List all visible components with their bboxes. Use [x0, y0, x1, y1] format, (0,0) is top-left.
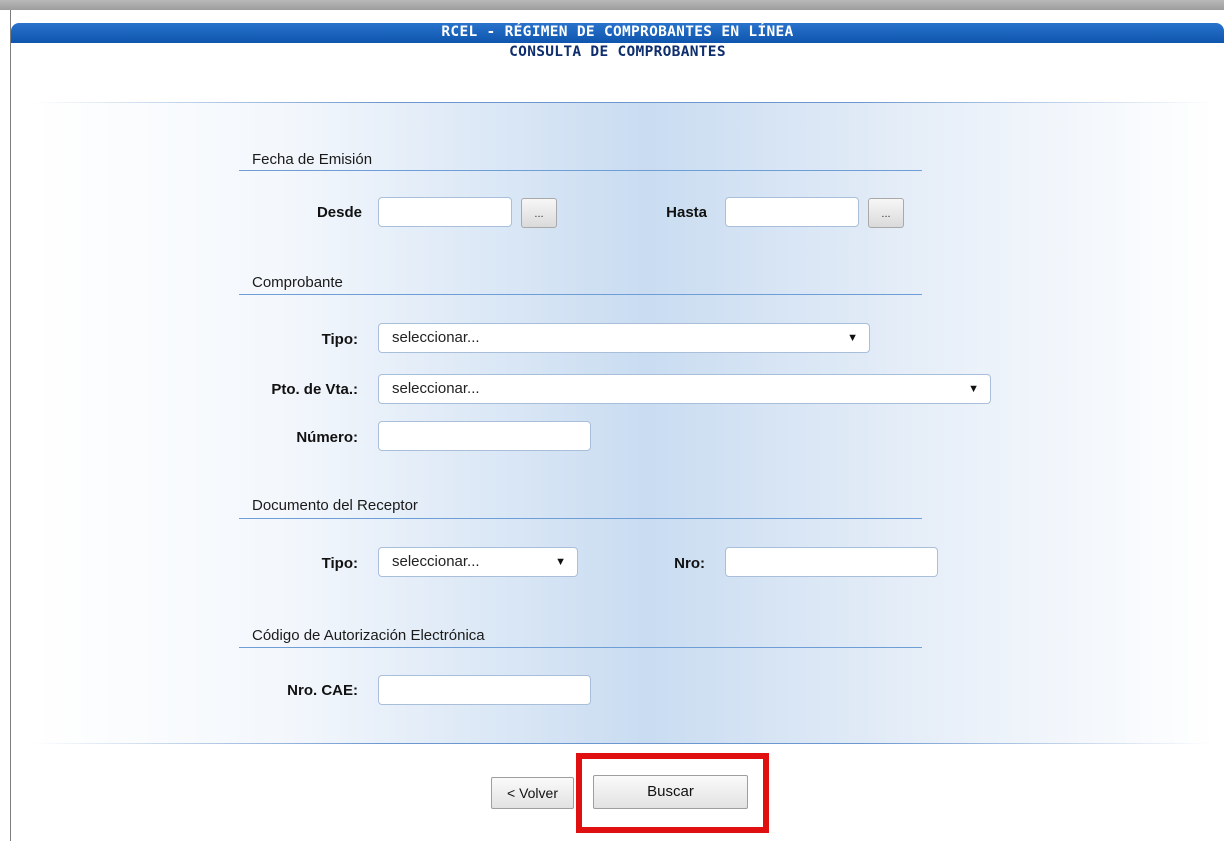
section-documento-receptor: Documento del Receptor [252, 497, 418, 514]
tipo-comprobante-select[interactable]: seleccionar... ▼ [378, 323, 870, 353]
tipo-comprobante-label: Tipo: [321, 331, 358, 348]
nro-documento-label: Nro: [674, 555, 705, 572]
desde-label: Desde [316, 204, 362, 221]
desde-date-input[interactable] [378, 197, 512, 227]
section-fecha-emision: Fecha de Emisión [252, 151, 373, 168]
hasta-date-input[interactable] [725, 197, 859, 227]
window-top-bar [0, 0, 1224, 10]
frame-left-border [10, 10, 11, 841]
nro-cae-input[interactable] [378, 675, 591, 705]
pto-vta-value: seleccionar... [392, 380, 480, 397]
section-cae: Código de Autorización Electrónica [252, 627, 485, 644]
nro-documento-input[interactable] [725, 547, 938, 577]
hasta-label: Hasta [666, 204, 707, 221]
tipo-documento-value: seleccionar... [392, 553, 480, 570]
chevron-down-icon: ▼ [968, 383, 979, 395]
tipo-documento-select[interactable]: seleccionar... ▼ [378, 547, 578, 577]
numero-label: Número: [296, 429, 358, 446]
panel-bottom-divider [30, 743, 1215, 744]
section-comprobante: Comprobante [252, 274, 343, 291]
section-rule-comprobante [239, 294, 922, 295]
desde-calendar-button[interactable]: ... [521, 198, 557, 228]
tipo-comprobante-value: seleccionar... [392, 329, 480, 346]
pto-vta-select[interactable]: seleccionar... ▼ [378, 374, 991, 404]
page-header: RCEL - RÉGIMEN DE COMPROBANTES EN LÍNEA … [11, 23, 1224, 65]
panel-top-divider [30, 102, 1215, 103]
tipo-documento-label: Tipo: [321, 555, 358, 572]
hasta-calendar-button[interactable]: ... [868, 198, 904, 228]
section-rule-cae [239, 647, 922, 648]
page-subtitle: CONSULTA DE COMPROBANTES [509, 44, 726, 60]
chevron-down-icon: ▼ [847, 332, 858, 344]
chevron-down-icon: ▼ [555, 556, 566, 568]
buscar-highlight-box [576, 753, 769, 833]
page-title: RCEL - RÉGIMEN DE COMPROBANTES EN LÍNEA [441, 24, 794, 40]
nro-cae-label: Nro. CAE: [287, 682, 358, 699]
numero-input[interactable] [378, 421, 591, 451]
section-rule-receptor [239, 518, 922, 519]
volver-button[interactable]: < Volver [491, 777, 574, 809]
section-rule-fecha [239, 170, 922, 171]
pto-vta-label: Pto. de Vta.: [271, 381, 358, 398]
